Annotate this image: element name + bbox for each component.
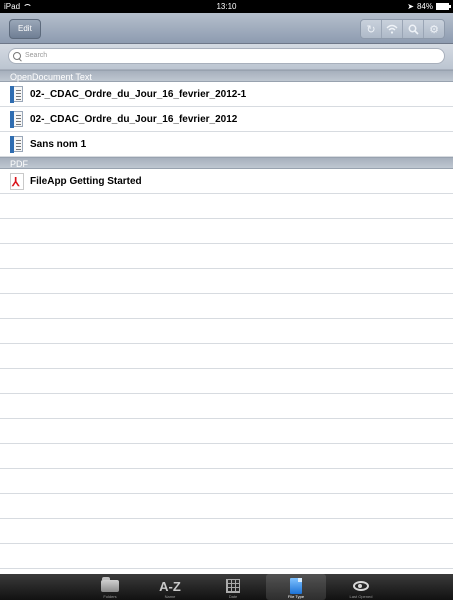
- empty-row: [0, 369, 453, 394]
- file-name: 02-_CDAC_Ordre_du_Jour_16_fevrier_2012-1: [30, 88, 247, 100]
- status-time: 13:10: [216, 2, 237, 11]
- list-item[interactable]: ⅄ FileApp Getting Started: [0, 169, 453, 194]
- file-name: Sans nom 1: [30, 138, 87, 150]
- search-input[interactable]: Search: [8, 48, 445, 64]
- empty-row: [0, 294, 453, 319]
- gear-icon[interactable]: ⚙: [423, 20, 444, 38]
- empty-row: [0, 544, 453, 569]
- empty-row: [0, 194, 453, 219]
- a-z-icon: A-Z: [159, 578, 181, 594]
- odt-file-icon: [10, 85, 24, 103]
- tab-file-type[interactable]: File Type: [266, 574, 326, 600]
- empty-row: [0, 219, 453, 244]
- pdf-file-icon: ⅄: [10, 172, 24, 190]
- empty-row: [0, 244, 453, 269]
- status-bar: iPad 13:10 ➤ 84%: [0, 0, 453, 13]
- eye-icon: [353, 581, 369, 591]
- tab-label: Last Opened: [349, 594, 373, 599]
- refresh-icon[interactable]: ↻: [361, 20, 381, 38]
- file-name: FileApp Getting Started: [30, 175, 142, 187]
- search-field-icon: [13, 52, 21, 60]
- tab-name[interactable]: A-Z Name: [140, 574, 200, 600]
- search-icon[interactable]: [402, 20, 423, 38]
- tab-label: Date: [228, 594, 238, 599]
- search-bar: Search: [0, 44, 453, 70]
- battery-icon: [436, 3, 451, 10]
- empty-row: [0, 269, 453, 294]
- empty-row: [0, 444, 453, 469]
- section-header-pdf: PDF: [0, 157, 453, 169]
- tab-last-opened[interactable]: Last Opened: [331, 574, 391, 600]
- toolbar-actions: ↻ ⚙: [360, 19, 445, 39]
- screen: iPad 13:10 ➤ 84% Edit ↻ ⚙ Search OpenDoc…: [0, 0, 453, 600]
- folder-icon: [101, 577, 119, 592]
- section-header-opendocument-text: OpenDocument Text: [0, 70, 453, 82]
- file-name: 02-_CDAC_Ordre_du_Jour_16_fevrier_2012: [30, 113, 238, 125]
- empty-row: [0, 394, 453, 419]
- empty-row: [0, 344, 453, 369]
- calendar-icon: [226, 579, 240, 593]
- tab-label: Folders: [103, 594, 117, 599]
- tab-label: Name: [164, 594, 176, 599]
- list-item[interactable]: Sans nom 1: [0, 132, 453, 157]
- empty-row: [0, 494, 453, 519]
- top-toolbar: Edit ↻ ⚙: [0, 13, 453, 44]
- odt-file-icon: [10, 135, 24, 153]
- empty-row: [0, 319, 453, 344]
- list-item[interactable]: 02-_CDAC_Ordre_du_Jour_16_fevrier_2012-1: [0, 82, 453, 107]
- tab-label: File Type: [287, 594, 305, 599]
- location-arrow-icon: ➤: [407, 2, 414, 11]
- empty-row: [0, 469, 453, 494]
- file-list: OpenDocument Text 02-_CDAC_Ordre_du_Jour…: [0, 70, 453, 574]
- empty-row: [0, 519, 453, 544]
- edit-button[interactable]: Edit: [9, 19, 41, 39]
- wifi-icon[interactable]: [381, 20, 402, 38]
- odt-file-icon: [10, 110, 24, 128]
- tab-date[interactable]: Date: [203, 574, 263, 600]
- empty-row: [0, 419, 453, 444]
- list-item[interactable]: 02-_CDAC_Ordre_du_Jour_16_fevrier_2012: [0, 107, 453, 132]
- tab-bar: Folders A-Z Name Date File Type Last Ope…: [0, 574, 453, 600]
- file-type-icon: [290, 578, 302, 594]
- tab-folders[interactable]: Folders: [80, 574, 140, 600]
- battery-percent: 84%: [416, 2, 433, 11]
